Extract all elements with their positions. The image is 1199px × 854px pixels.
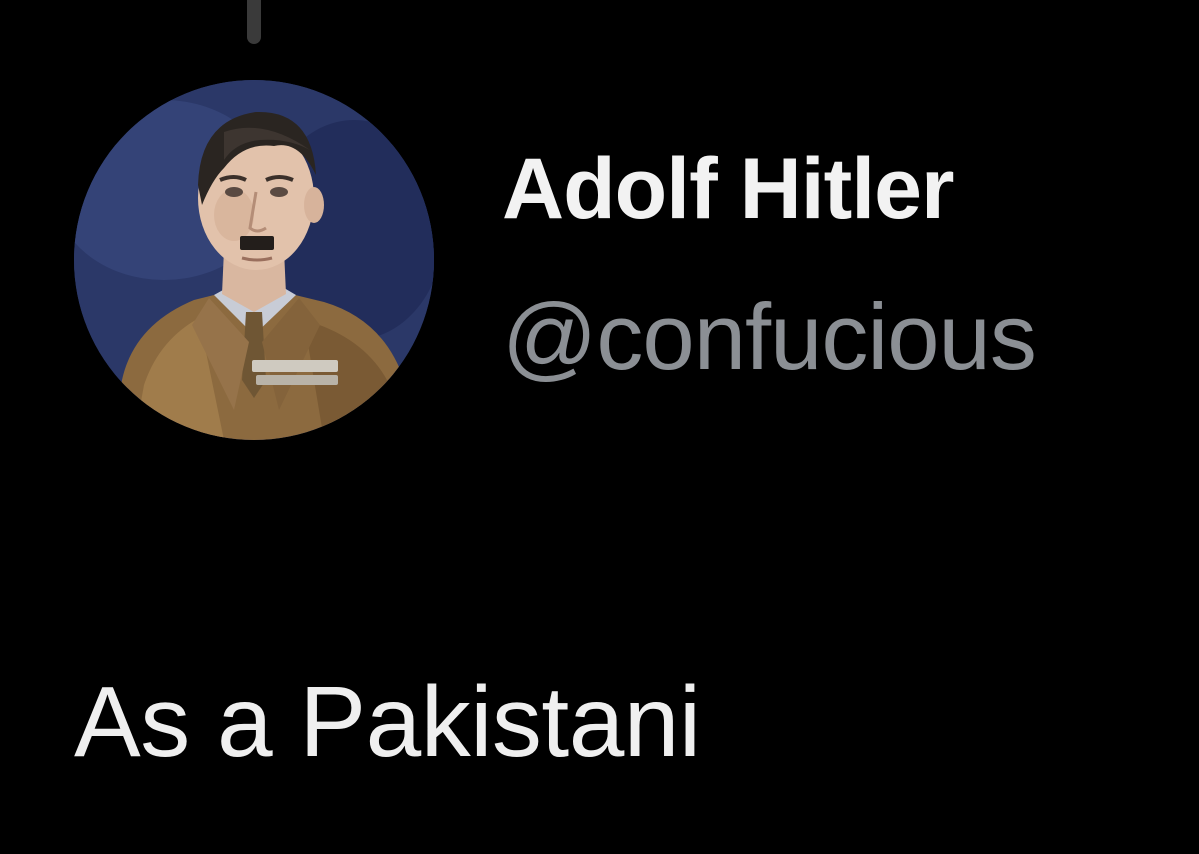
tweet-header: Adolf Hitler @confucious [74, 80, 1199, 440]
author-display-name[interactable]: Adolf Hitler [502, 146, 954, 232]
thread-connector-line [247, 0, 261, 44]
author-handle[interactable]: @confucious [502, 290, 1037, 384]
author-text-clip: Adolf Hitler @confucious [74, 80, 1199, 440]
tweet-text: As a Pakistani [74, 666, 701, 778]
